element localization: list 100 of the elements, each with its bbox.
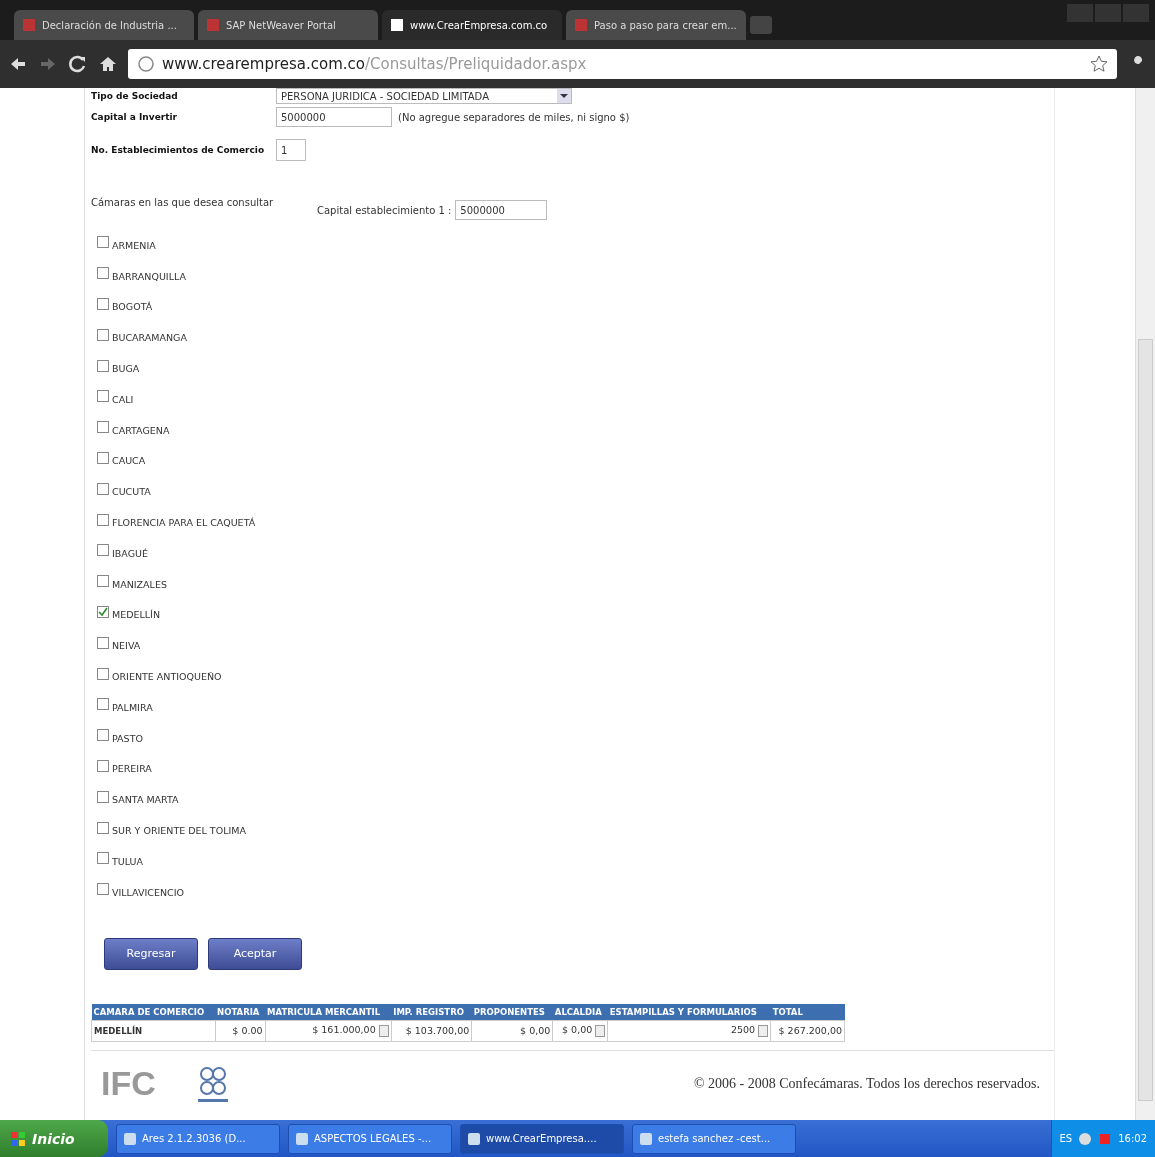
page-icon [206, 18, 220, 32]
column-header: NOTARIA [215, 1003, 266, 1021]
checkbox-label: FLORENCIA PARA EL CAQUETÁ [112, 517, 256, 529]
checkbox-label: PEREIRA [112, 763, 152, 775]
checkbox[interactable] [97, 544, 109, 557]
app-icon [123, 1131, 137, 1146]
checkbox[interactable] [97, 883, 109, 896]
table-cell: $ 103.700,00 [391, 1020, 472, 1042]
detail-icon[interactable] [378, 1024, 389, 1037]
column-header: MATRICULA MERCANTIL [265, 1003, 392, 1021]
field-label: No. Establecimientos de Comercio [91, 145, 266, 155]
app-icon [467, 1131, 481, 1146]
detail-icon[interactable] [595, 1024, 606, 1037]
language-indicator[interactable]: ES [1059, 1133, 1073, 1144]
checkbox-label: BOGOTÁ [112, 301, 153, 313]
app-icon [639, 1131, 653, 1146]
checkbox[interactable] [97, 575, 109, 588]
table-cell: $ 267.200,00 [770, 1020, 845, 1042]
checkbox[interactable] [97, 421, 109, 434]
clock: 16:02 [1118, 1133, 1147, 1144]
page-icon [390, 18, 404, 32]
checkbox-label: SANTA MARTA [112, 794, 179, 806]
checkbox[interactable] [97, 698, 109, 711]
checkbox[interactable] [97, 636, 109, 649]
checkbox[interactable] [97, 390, 109, 403]
windows-logo-icon [10, 1130, 26, 1147]
browser-tab[interactable]: Declaración de Industria ... [14, 10, 194, 40]
field-label: Capital a Invertir [91, 112, 178, 122]
checkbox-label: MEDELLÍN [112, 609, 160, 621]
checkbox[interactable] [97, 298, 109, 310]
checkbox-label: TULUA [112, 855, 144, 867]
browser-tab[interactable]: Paso a paso para crear em... [566, 10, 746, 40]
column-header: IMP. REGISTRO [391, 1003, 472, 1021]
column-header: ESTAMPILLAS Y FORMULARIOS [607, 1003, 771, 1021]
checkbox[interactable] [97, 729, 109, 742]
page-icon [574, 18, 588, 32]
capital-field[interactable]: 5000000 [276, 107, 392, 127]
checkbox[interactable] [97, 267, 109, 280]
reload-icon[interactable] [68, 54, 88, 74]
star-icon[interactable] [1089, 54, 1109, 74]
checkbox[interactable] [97, 236, 109, 249]
table-cell: $ 0,00 [471, 1020, 553, 1042]
checkbox-label: ORIENTE ANTIOQUEÑO [112, 671, 222, 683]
table-cell: 2500 [607, 1020, 771, 1042]
checkbox[interactable] [97, 790, 109, 803]
browser-tab[interactable]: SAP NetWeaver Portal [198, 10, 378, 40]
browser-tab[interactable]: www.CrearEmpresa.com.co [382, 10, 562, 40]
detail-icon[interactable] [758, 1024, 769, 1037]
checkbox[interactable] [97, 821, 109, 834]
checkbox-label: NEIVA [112, 640, 141, 652]
field-label: Capital establecimiento 1 : [317, 204, 452, 216]
tray-icon[interactable] [1078, 1131, 1093, 1146]
checkbox-label: CUCUTA [112, 486, 151, 498]
checkbox[interactable] [97, 482, 109, 495]
form-button[interactable]: Regresar [104, 937, 198, 970]
section-label: Cámaras en las que desea consultar [91, 196, 275, 208]
taskbar-item[interactable]: Ares 2.1.2.3036 (D... [116, 1123, 280, 1154]
checkbox[interactable] [97, 359, 109, 372]
column-header: TOTAL [770, 1003, 845, 1021]
caret-icon [557, 89, 571, 103]
table-cell: $ 161.000,00 [265, 1020, 392, 1042]
app-icon [295, 1131, 309, 1146]
checkbox-label: BUCARAMANGA [112, 332, 187, 344]
checkbox[interactable] [97, 328, 109, 341]
address-bar[interactable]: www.crearempresa.com.co/Consultas/Preliquidador.aspx [128, 49, 1117, 79]
column-header: ALCALDIA [552, 1003, 608, 1021]
table-cell: MEDELLÍN [91, 1020, 216, 1042]
checkbox-label: BUGA [112, 363, 140, 375]
checkbox-label: MANIZALES [112, 578, 167, 590]
company-type-dropdown[interactable]: PERSONA JURIDICA - SOCIEDAD LIMITADA [276, 88, 572, 104]
taskbar-item[interactable]: ASPECTOS LEGALES -... [288, 1123, 452, 1154]
checkbox[interactable] [97, 852, 109, 865]
scrollbar[interactable] [1135, 88, 1155, 1120]
checkbox[interactable] [97, 605, 109, 618]
checkbox-label: IBAGUÉ [112, 547, 148, 559]
checkbox[interactable] [97, 513, 109, 526]
copyright-text: © 2006 - 2008 Confecámaras. Todos los derechos reservados. [693, 1075, 1040, 1092]
checkbox-label: PASTO [112, 732, 143, 744]
column-header: CAMARA DE COMERCIO [91, 1003, 216, 1021]
checkbox[interactable] [97, 667, 109, 680]
establishments-field[interactable]: 1 [276, 139, 306, 161]
checkbox-label: CALI [112, 393, 134, 405]
home-icon[interactable] [98, 54, 118, 74]
table-cell: $ 0.00 [215, 1020, 266, 1042]
taskbar-item[interactable]: www.CrearEmpresa.... [460, 1123, 624, 1154]
field-label: Tipo de Sociedad [91, 91, 179, 101]
column-header: PROPONENTES [471, 1003, 553, 1021]
checkbox-label: VILLAVICENCIO [112, 886, 184, 898]
taskbar-item[interactable]: estefa sanchez -cest... [632, 1123, 796, 1154]
table-cell: $ 0,00 [552, 1020, 608, 1042]
checkbox-label: BARRANQUILLA [112, 270, 186, 282]
checkbox[interactable] [97, 759, 109, 772]
establishment-capital-field[interactable]: 5000000 [455, 200, 548, 220]
checkbox-label: CAUCA [112, 455, 146, 467]
form-button[interactable]: Aceptar [208, 937, 302, 970]
logo: IFC [101, 1064, 156, 1104]
checkbox[interactable] [97, 451, 109, 464]
start-button[interactable]: Inicio [0, 1120, 108, 1157]
page-icon [22, 18, 36, 32]
field-hint: (No agregue separadores de miles, ni signo $) [398, 111, 630, 123]
